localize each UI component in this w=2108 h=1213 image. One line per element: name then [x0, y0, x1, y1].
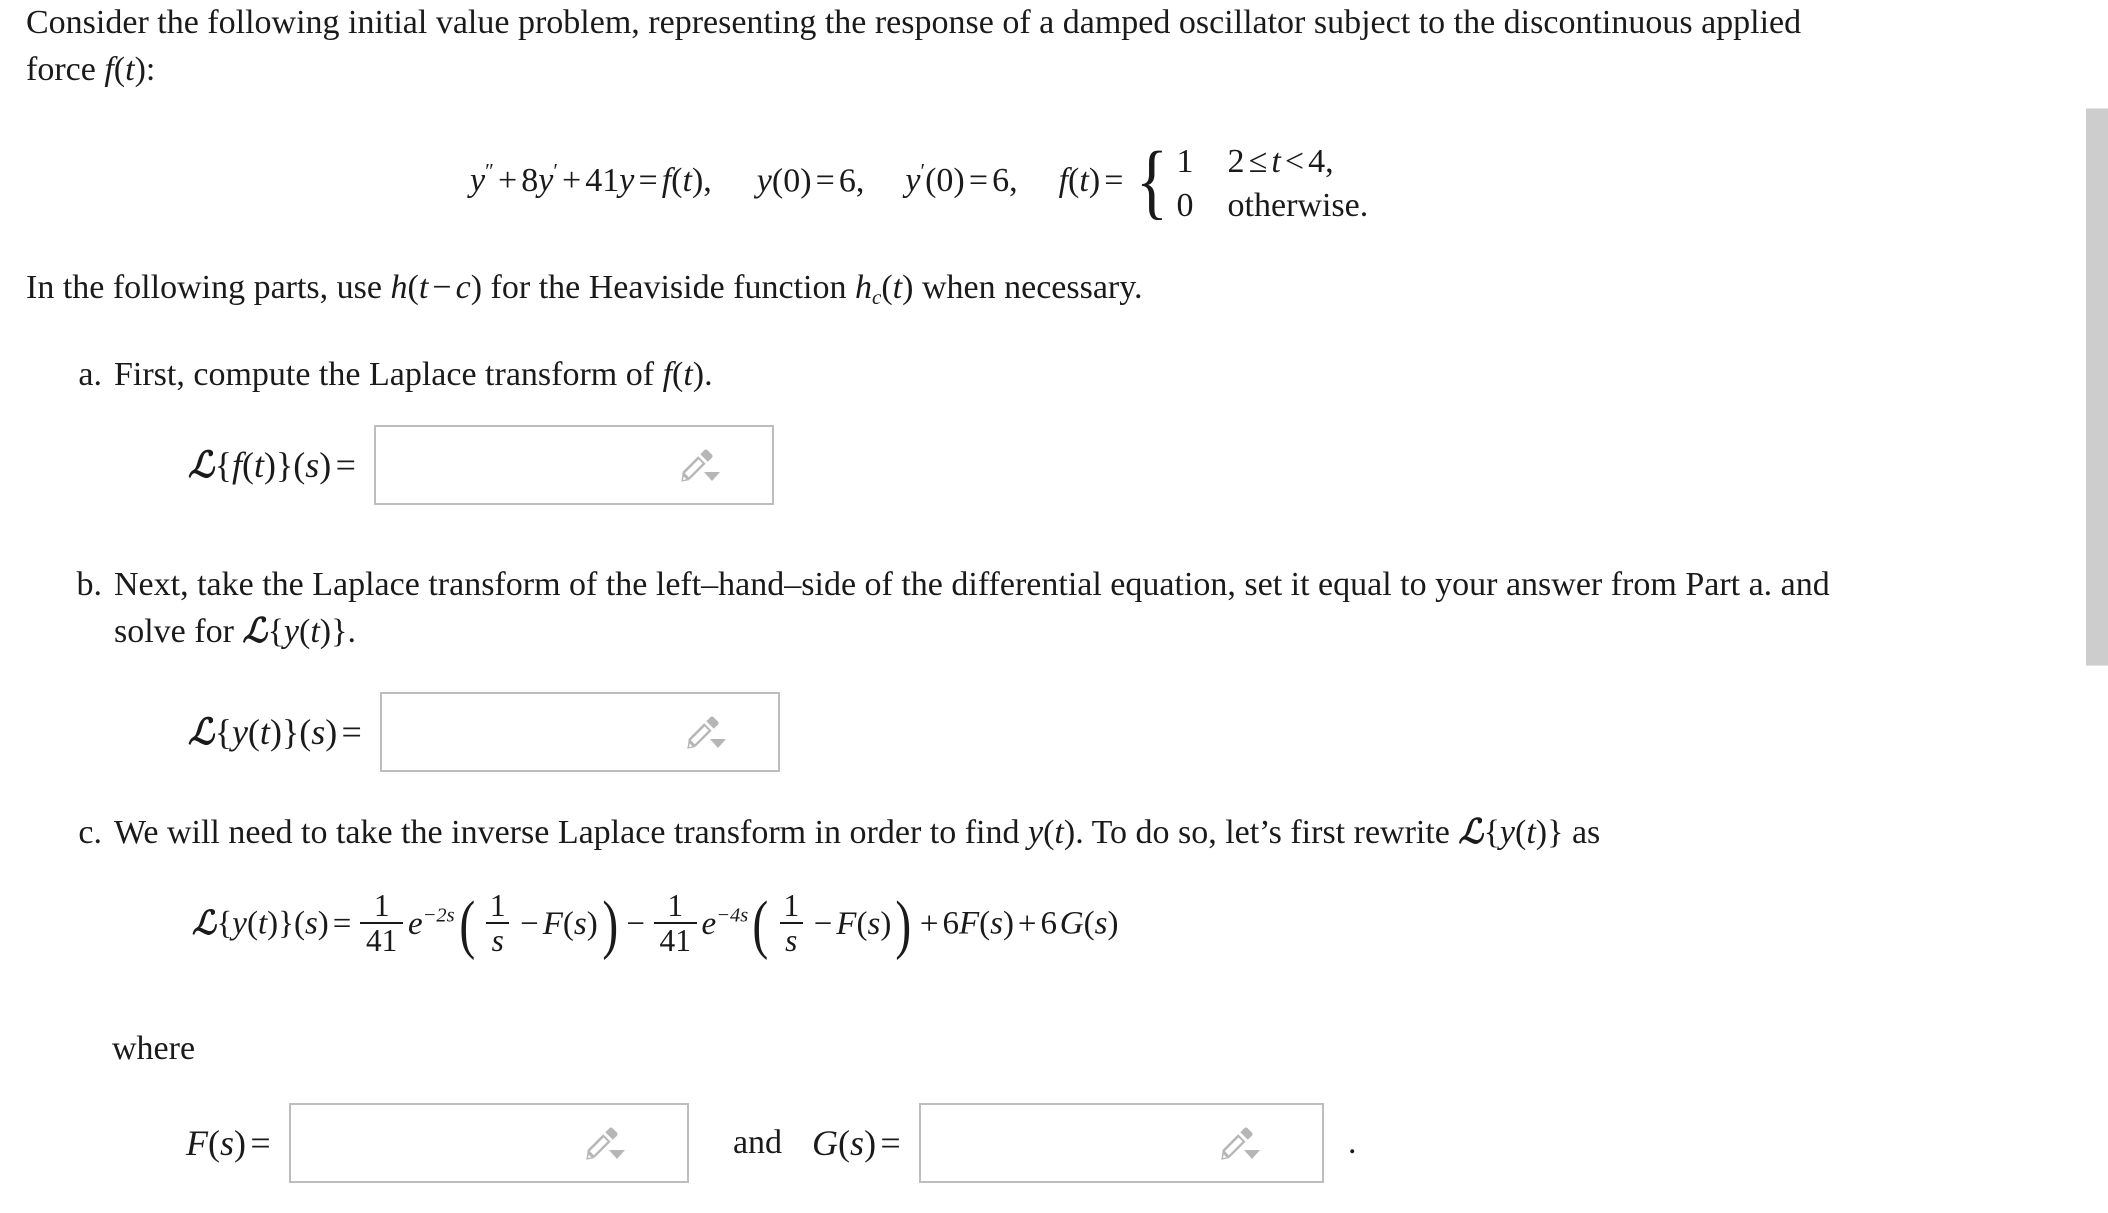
- answer-label-G-of-s: G(s) =: [812, 1123, 901, 1163]
- heaviside-math-shifted: h(t − c): [390, 269, 483, 306]
- part-a-body: First, compute the Laplace transform of …: [114, 352, 1962, 399]
- intro-line-2-prefix: force: [26, 50, 105, 88]
- part-b-line-2-after: .: [347, 612, 356, 650]
- math-input-laplace-y[interactable]: [380, 692, 781, 772]
- vertical-scrollbar-track[interactable]: [2086, 0, 2108, 1213]
- main-ivp-equation: y″ +8y′ +41y = f(t), y(0) = 6, y′(0) = 6, f(t) ={…: [470, 140, 1368, 227]
- answer-label-F-of-s: F(s) =: [186, 1123, 271, 1163]
- part-b: b. Next, take the Laplace transform of t…: [62, 562, 1977, 656]
- intro-paragraph: Consider the following initial value pro…: [26, 0, 2016, 94]
- partc-lhs: ℒ{y(t)}(s) =: [192, 905, 352, 942]
- caret-down-icon: [608, 1150, 625, 1159]
- partc-term-1: 1 41 e−2s(1 s − F(s)): [355, 889, 622, 958]
- answer-label-laplace-f: ℒ{f(t)}(s) =: [188, 445, 356, 485]
- part-c-text-after: as: [1563, 814, 1601, 851]
- partc-plus-2: +: [1017, 905, 1037, 942]
- caret-down-icon: [704, 472, 721, 481]
- part-a-marker: a.: [78, 356, 102, 393]
- part-a-text-after: .: [704, 356, 713, 393]
- initial-condition-yprime0: y′(0) = 6,: [905, 159, 1018, 200]
- answer-label-laplace-y: ℒ{y(t)}(s) =: [188, 712, 362, 752]
- math-input-F-of-s[interactable]: [288, 1103, 689, 1183]
- where-label: where: [112, 1030, 196, 1067]
- partc-plus-1: +: [919, 905, 939, 942]
- part-c-text-middle: . To do so, let’s first rewrite: [1075, 814, 1459, 851]
- heaviside-math-hc: hc(t): [854, 269, 914, 309]
- math-input-laplace-f[interactable]: [374, 425, 775, 505]
- forcing-function-definition: f(t) ={1 2 ≤ t <4, 0 otherwise.: [1058, 136, 1369, 229]
- part-b-line-2-before: solve for: [114, 612, 243, 650]
- heaviside-text-middle: for the Heaviside function: [482, 269, 855, 306]
- part-c-text-before: We will need to take the inverse Laplace…: [114, 814, 1028, 851]
- part-a: a. First, compute the Laplace transform …: [62, 352, 1962, 399]
- answer-row-laplace-f: ℒ{f(t)}(s) =: [188, 425, 775, 505]
- conjunction-and: and: [732, 1124, 783, 1161]
- partc-term-2: 1 41 e−4s(1 s − F(s)): [649, 889, 916, 958]
- part-a-inline-math: f(t): [662, 356, 705, 393]
- part-b-body: Next, take the Laplace transform of the …: [114, 562, 1977, 656]
- vertical-scrollbar-thumb[interactable]: [2086, 108, 2108, 666]
- ode-expression: y″ +8y′ +41y = f(t),: [470, 159, 712, 200]
- part-a-text-before: First, compute the Laplace transform of: [114, 356, 663, 393]
- math-editor-pencil-widget[interactable]: [684, 712, 730, 752]
- caret-down-icon: [710, 739, 727, 748]
- math-editor-pencil-widget[interactable]: [678, 445, 724, 485]
- math-editor-pencil-widget[interactable]: [1218, 1123, 1264, 1163]
- part-c-inline-math-laplace: ℒ{y(t)}: [1458, 814, 1564, 851]
- heaviside-text-after: when necessary.: [913, 269, 1143, 306]
- partc-term-3: 6F(s): [942, 905, 1014, 942]
- math-editor-pencil-widget[interactable]: [583, 1123, 629, 1163]
- part-c-marker: c.: [78, 814, 102, 851]
- part-c-inline-math-y: y(t): [1027, 814, 1076, 851]
- worksheet-page: Consider the following initial value pro…: [0, 0, 2086, 1213]
- answer-row-F-and-G: F(s) = and G(s) = .: [186, 1103, 1357, 1183]
- part-b-line-1: Next, take the Laplace transform of the …: [114, 566, 1830, 603]
- part-b-inline-math: ℒ{y(t)}: [242, 612, 348, 650]
- answer-row-laplace-y: ℒ{y(t)}(s) =: [188, 692, 781, 772]
- heaviside-text-before: In the following parts, use: [26, 269, 391, 306]
- intro-line-1: Consider the following initial value pro…: [26, 4, 1802, 41]
- intro-inline-math-f-of-t: f(t): [104, 50, 146, 88]
- part-b-marker: b.: [76, 566, 103, 603]
- partc-minus: −: [626, 905, 645, 942]
- part-c-rewritten-equation: ℒ{y(t)}(s) = 1 41 e−2s(1 s − F(s)) −1 41 e−4s(1 s − F…: [192, 889, 1119, 960]
- math-input-G-of-s[interactable]: [919, 1103, 1324, 1183]
- intro-line-2-suffix: :: [145, 50, 156, 88]
- part-c: c. We will need to take the inverse Lapl…: [62, 810, 1992, 857]
- caret-down-icon: [1244, 1150, 1260, 1159]
- initial-condition-y0: y(0) = 6,: [756, 162, 865, 200]
- part-c-body: We will need to take the inverse Laplace…: [114, 810, 1992, 857]
- trailing-period: .: [1348, 1124, 1357, 1161]
- heaviside-note: In the following parts, use h(t − c) for t…: [26, 265, 1986, 312]
- partc-term-4: 6 G(s): [1040, 905, 1119, 942]
